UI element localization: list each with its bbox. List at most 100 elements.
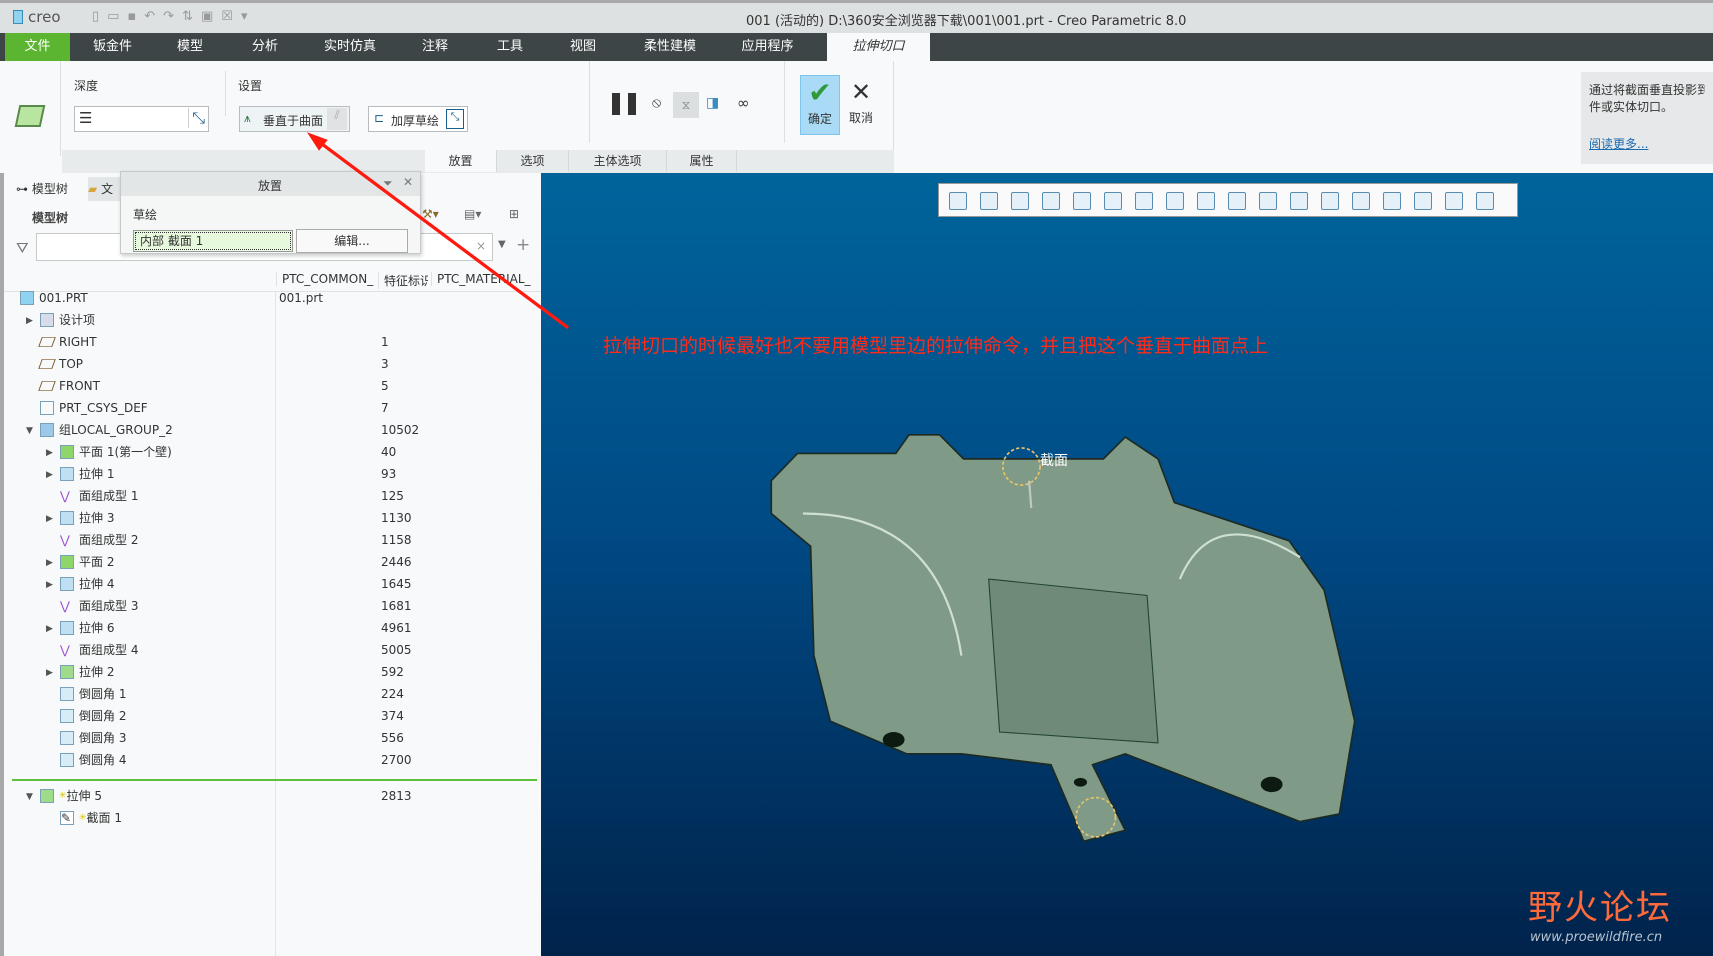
- ok-button[interactable]: ✔ 确定: [800, 75, 840, 135]
- expand-toggle[interactable]: ▶: [46, 618, 53, 640]
- subtab-options[interactable]: 选项: [497, 150, 569, 172]
- tab-file[interactable]: 文件: [5, 33, 70, 61]
- tree-row[interactable]: RIGHT 1: [4, 331, 541, 353]
- tree-row[interactable]: ▶ 拉伸 4 1645: [4, 573, 541, 595]
- repaint-icon[interactable]: [1042, 192, 1060, 210]
- tab-model[interactable]: 模型: [160, 33, 220, 61]
- insert-indicator[interactable]: [12, 779, 537, 781]
- expand-toggle[interactable]: ▶: [46, 552, 53, 574]
- undo-icon[interactable]: ↶: [144, 9, 163, 24]
- tree-row[interactable]: ▶ 平面 1(第一个壁) 40: [4, 441, 541, 463]
- tree-row[interactable]: 倒圆角 1 224: [4, 683, 541, 705]
- tree-row[interactable]: ⋁ 面组成型 1 125: [4, 485, 541, 507]
- perspective-icon[interactable]: [1166, 192, 1184, 210]
- tree-row[interactable]: ⋁ 面组成型 2 1158: [4, 529, 541, 551]
- tree-row[interactable]: TOP 3: [4, 353, 541, 375]
- expand-toggle[interactable]: ▶: [46, 464, 53, 486]
- tree-row[interactable]: ▼ 组LOCAL_GROUP_2 10502: [4, 419, 541, 441]
- pause-button[interactable]: [612, 93, 636, 115]
- tab-analysis[interactable]: 分析: [235, 33, 295, 61]
- tree-row[interactable]: 倒圆角 4 2700: [4, 749, 541, 771]
- glasses-preview-icon[interactable]: ∞: [737, 94, 750, 112]
- cancel-button[interactable]: ✕ 取消: [844, 75, 878, 135]
- tab-sheetmetal[interactable]: 钣金件: [80, 33, 145, 61]
- tree-row[interactable]: ▶ 拉伸 2 592: [4, 661, 541, 683]
- thicken-flip-icon[interactable]: ⤡: [446, 109, 464, 129]
- expand-toggle[interactable]: ▶: [46, 574, 53, 596]
- tree-row[interactable]: ⋁ 面组成型 3 1681: [4, 595, 541, 617]
- tab-annotate[interactable]: 注释: [405, 33, 465, 61]
- tree-row[interactable]: ▶ 拉伸 6 4961: [4, 617, 541, 639]
- search-dropdown-icon[interactable]: ▼: [498, 239, 506, 250]
- show-icon[interactable]: ▤▾: [464, 207, 481, 221]
- tree-row[interactable]: ⋁ 面组成型 4 5005: [4, 639, 541, 661]
- close-icon[interactable]: ✕: [403, 175, 413, 189]
- subtab-properties[interactable]: 属性: [667, 150, 737, 172]
- view-manager-icon[interactable]: [1135, 192, 1153, 210]
- axis-display-icon[interactable]: [1290, 192, 1308, 210]
- subtab-body-options[interactable]: 主体选项: [569, 150, 667, 172]
- datum-display-icon[interactable]: [1228, 192, 1246, 210]
- read-more-link[interactable]: 阅读更多...: [1589, 136, 1705, 153]
- normal-to-surface-button[interactable]: ⩚ 垂直于曲面 ⫽: [239, 106, 350, 132]
- regenerate-icon[interactable]: ⇅: [182, 9, 201, 24]
- tree-row[interactable]: FRONT 5: [4, 375, 541, 397]
- no-preview-icon[interactable]: ⦸: [652, 95, 661, 111]
- expand-toggle[interactable]: ▶: [46, 508, 53, 530]
- customize-icon[interactable]: ▾: [241, 9, 256, 24]
- close-window-icon[interactable]: ☒: [221, 9, 241, 24]
- column-header-common[interactable]: PTC_COMMON_: [276, 272, 376, 286]
- save-icon[interactable]: ▪: [127, 9, 144, 24]
- graphics-viewport[interactable]: [541, 173, 1713, 956]
- pin-icon[interactable]: ⏷: [383, 176, 393, 191]
- add-column-icon[interactable]: +: [516, 235, 530, 255]
- tree-row[interactable]: ▶ 拉伸 3 1130: [4, 507, 541, 529]
- display-style-icon[interactable]: [1073, 192, 1091, 210]
- subtab-placement[interactable]: 放置: [425, 150, 497, 172]
- tree-row[interactable]: ▶ 设计项: [4, 309, 541, 331]
- point-display-icon[interactable]: [1321, 192, 1339, 210]
- expand-toggle[interactable]: ▶: [46, 662, 53, 684]
- tab-view[interactable]: 视图: [553, 33, 613, 61]
- csys-display-icon[interactable]: [1352, 192, 1370, 210]
- expand-toggle[interactable]: ▶: [46, 442, 53, 464]
- expand-toggle[interactable]: ▼: [26, 420, 33, 442]
- tree-filter-icon[interactable]: ⊞: [509, 207, 519, 221]
- tree-row[interactable]: ▼ ✳拉伸 5 2813: [4, 785, 541, 807]
- zoom-in-icon[interactable]: [980, 192, 998, 210]
- expand-toggle[interactable]: ▶: [26, 310, 33, 332]
- measure-icon[interactable]: [1476, 192, 1494, 210]
- annotation-display-icon[interactable]: [1414, 192, 1432, 210]
- tree-row[interactable]: 倒圆角 3 556: [4, 727, 541, 749]
- settings-icon[interactable]: ⚒▾: [422, 207, 439, 221]
- tree-row[interactable]: 001.PRT 001.prt: [4, 287, 541, 309]
- attached-preview-icon[interactable]: ◨: [706, 95, 719, 111]
- clear-search-icon[interactable]: ×: [476, 239, 486, 253]
- tab-tools[interactable]: 工具: [480, 33, 540, 61]
- new-icon[interactable]: ▯: [92, 9, 107, 24]
- sketch-collector[interactable]: 内部 截面 1: [133, 230, 293, 252]
- expand-toggle[interactable]: ▼: [26, 786, 33, 808]
- flip-direction-icon[interactable]: ⤡: [188, 108, 205, 128]
- thicken-sketch-button[interactable]: ⊏ 加厚草绘 ⤡: [368, 106, 468, 132]
- depth-option-icon[interactable]: ☰: [79, 109, 92, 127]
- spin-center-icon[interactable]: [1383, 192, 1401, 210]
- column-header-material[interactable]: PTC_MATERIAL_: [431, 272, 537, 286]
- tree-row[interactable]: ▶ 平面 2 2446: [4, 551, 541, 573]
- zoom-out-icon[interactable]: [1011, 192, 1029, 210]
- remove-material-icon[interactable]: ⫽: [327, 108, 347, 130]
- window-icon[interactable]: ▣: [201, 9, 221, 24]
- refit-icon[interactable]: [949, 192, 967, 210]
- tab-applications[interactable]: 应用程序: [730, 33, 805, 61]
- tree-row[interactable]: PRT_CSYS_DEF 7: [4, 397, 541, 419]
- tab-model-tree[interactable]: ⊶ 模型树: [12, 177, 84, 201]
- saved-views-icon[interactable]: [1104, 192, 1122, 210]
- tree-row[interactable]: ✎ ✳截面 1: [4, 807, 541, 829]
- quick-access-toolbar[interactable]: ▯▭▪↶↷⇅▣☒▾: [92, 9, 342, 27]
- tab-extrude-cut[interactable]: 拉伸切口: [827, 33, 930, 61]
- tree-row[interactable]: 倒圆角 2 374: [4, 705, 541, 727]
- redo-icon[interactable]: ↷: [163, 9, 182, 24]
- plane-display-icon[interactable]: [1259, 192, 1277, 210]
- tab-flexible[interactable]: 柔性建模: [635, 33, 705, 61]
- tab-simulation[interactable]: 实时仿真: [315, 33, 385, 61]
